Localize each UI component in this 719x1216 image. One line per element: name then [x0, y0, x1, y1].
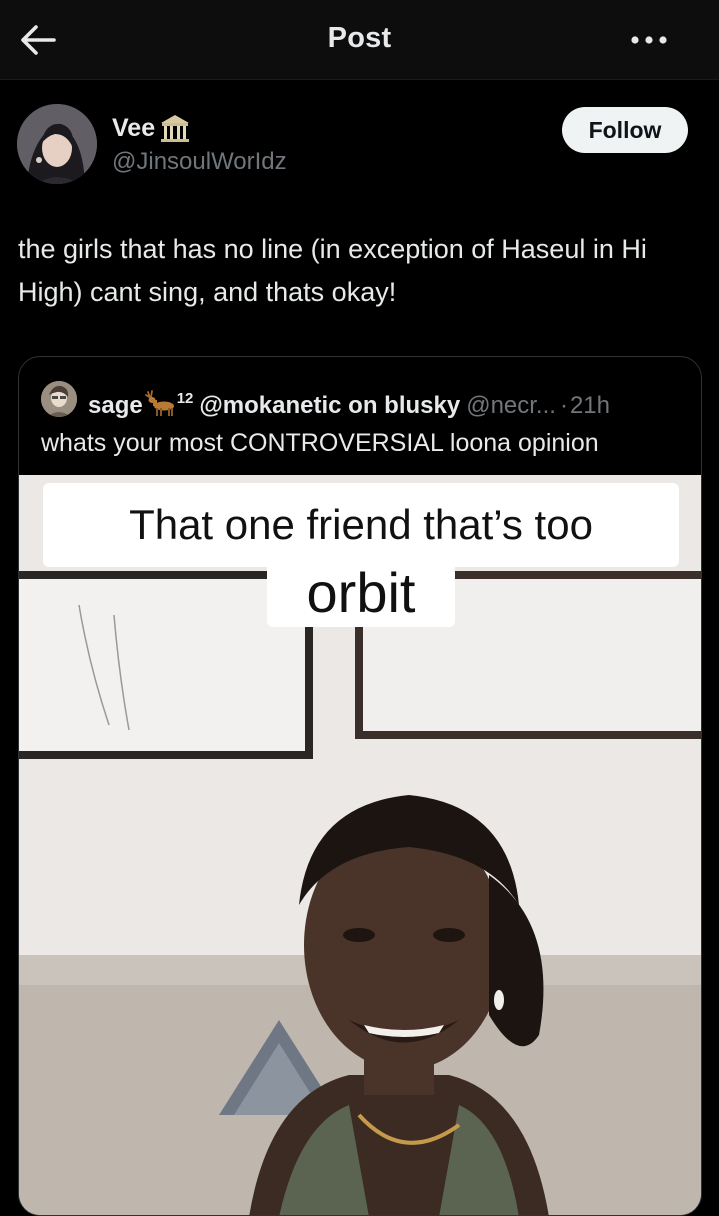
quoted-author-name-rest[interactable]: @mokanetic on blusky: [199, 392, 460, 419]
top-bar: Post: [0, 0, 719, 80]
quoted-handle[interactable]: @necr...: [466, 392, 556, 419]
media-caption-line1: That one friend that’s too: [43, 483, 679, 567]
author-avatar[interactable]: [17, 104, 97, 184]
media-caption-line2: orbit: [267, 557, 455, 627]
author-handle[interactable]: @JinsoulWorIdz: [112, 148, 287, 176]
classical-building-icon: [158, 113, 192, 145]
quoted-timestamp: 21h: [569, 392, 610, 419]
quoted-media[interactable]: That one friend that’s too orbit: [19, 475, 701, 1215]
quoted-text: whats your most CONTROVERSIAL loona opin…: [41, 429, 599, 457]
quoted-author-avatar[interactable]: [41, 381, 77, 417]
deer-icon: [143, 389, 177, 417]
quoted-header: sage 12 @mokanetic on blusky @necr... ·21h: [88, 384, 610, 421]
quoted-separator: ·: [559, 392, 568, 419]
quoted-superscript: 12: [176, 390, 194, 407]
more-horizontal-icon: [631, 36, 667, 44]
post-text: the girls that has no line (in exception…: [18, 234, 647, 307]
page-title: Post: [327, 22, 392, 54]
quoted-author-name[interactable]: sage: [88, 392, 143, 419]
quoted-post[interactable]: sage 12 @mokanetic on blusky @necr... ·21h w…: [18, 356, 702, 1216]
follow-button[interactable]: Follow: [562, 107, 688, 153]
more-options-button[interactable]: [629, 28, 669, 52]
author-name[interactable]: Vee: [112, 114, 155, 143]
